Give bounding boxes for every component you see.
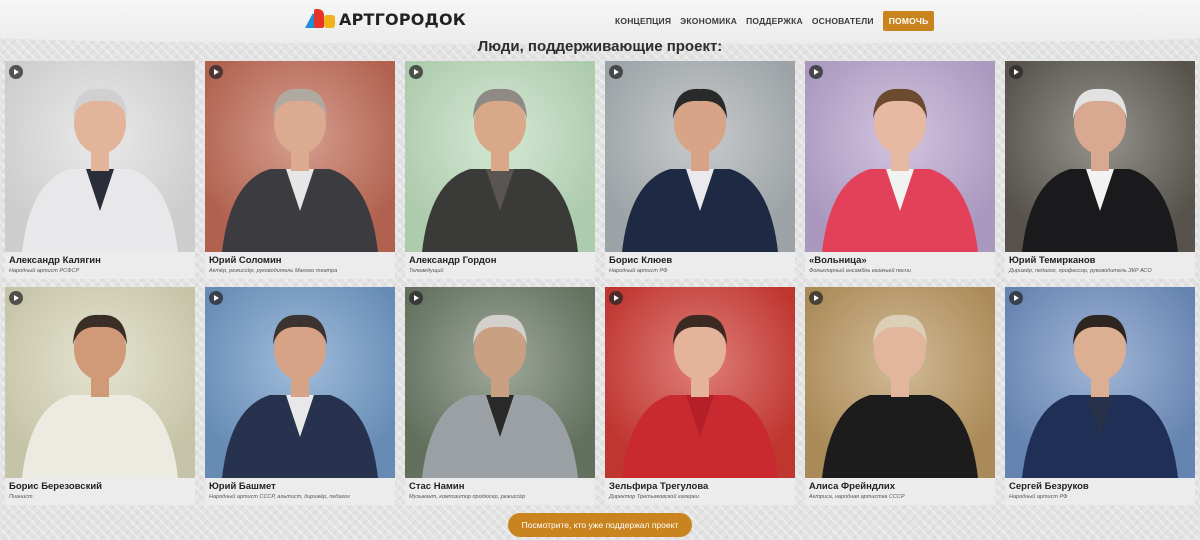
play-icon[interactable] [1009,291,1023,305]
nav-economics[interactable]: ЭКОНОМИКА [680,16,737,26]
supporter-photo[interactable] [405,61,595,252]
help-button[interactable]: ПОМОЧЬ [882,11,935,31]
supporter-photo[interactable] [605,61,795,252]
supporter-role: Актриса, народная артистка СССР [809,494,905,500]
supporter-role: Народный артист РФ [609,268,668,274]
supporter-role: Телеведущий [409,268,444,274]
supporter-name: Зельфира Трегулова [609,481,709,492]
nav-support[interactable]: ПОДДЕРЖКА [746,16,803,26]
play-icon[interactable] [609,65,623,79]
supporter-name: Сергей Безруков [1009,481,1089,492]
play-icon[interactable] [209,291,223,305]
supporter-role: Музыкант, композитор продюсер, режиссёр [409,494,526,500]
supporter-role: Народный артист СССР, альтист, дирижёр, … [209,494,350,500]
supporter-role: Директор Третьяковской галереи [609,494,699,500]
supporter-name: Стас Намин [409,481,465,492]
supporter-name: Юрий Башмет [209,481,276,492]
supporter-photo[interactable] [205,61,395,252]
supporter-info: Юрий Башмет Народный артист СССР, альтист… [205,478,395,505]
site-logo[interactable]: АРТГОРОДОК [305,9,466,29]
supporter-card[interactable]: Александр Гордон Телеведущий [405,61,595,279]
supporter-card[interactable]: Борис Березовский Пианист [5,287,195,505]
supporter-info: Юрий Соломин Актёр, режиссёр, руководител… [205,252,395,279]
logo-icon [305,9,335,29]
supporter-card[interactable]: Зельфира Трегулова Директор Третьяковской… [605,287,795,505]
play-icon[interactable] [409,291,423,305]
supporter-card[interactable]: «Вольница» Фольклорный ансамбль казачьей … [805,61,995,279]
supporter-info: Зельфира Трегулова Директор Третьяковской… [605,478,795,505]
supporter-photo[interactable] [5,287,195,478]
supporter-info: Алиса Фрейндлих Актриса, народная артистк… [805,478,995,505]
supporter-name: Юрий Темирканов [1009,255,1096,266]
person-silhouette [1022,314,1178,478]
supporter-photo[interactable] [205,287,395,478]
supporter-role: Фольклорный ансамбль казачьей песни [809,268,911,274]
person-silhouette [622,88,778,252]
nav-founders[interactable]: ОСНОВАТЕЛИ [812,16,874,26]
supporter-info: Сергей Безруков Народный артист РФ [1005,478,1195,505]
person-silhouette [822,314,978,478]
supporter-photo[interactable] [1005,287,1195,478]
supporter-photo[interactable] [1005,61,1195,252]
play-icon[interactable] [609,291,623,305]
logo-text: АРТГОРОДОК [339,9,467,29]
person-silhouette [422,88,578,252]
supporter-card[interactable]: Борис Клюев Народный артист РФ [605,61,795,279]
supporter-info: «Вольница» Фольклорный ансамбль казачьей … [805,252,995,279]
supporter-photo[interactable] [805,287,995,478]
person-silhouette [22,314,178,478]
show-supporters-button[interactable]: Посмотрите, кто уже поддержал проект [508,513,692,537]
supporter-name: Александр Гордон [409,255,497,266]
supporter-photo[interactable] [405,287,595,478]
supporter-info: Борис Клюев Народный артист РФ [605,252,795,279]
page-title: Люди, поддерживающие проект: [477,38,723,55]
supporter-photo[interactable] [5,61,195,252]
play-icon[interactable] [809,65,823,79]
supporter-info: Борис Березовский Пианист [5,478,195,505]
supporter-photo[interactable] [605,287,795,478]
person-silhouette [822,88,978,252]
supporter-card[interactable]: Юрий Соломин Актёр, режиссёр, руководител… [205,61,395,279]
supporter-name: «Вольница» [809,255,867,266]
play-icon[interactable] [209,65,223,79]
play-icon[interactable] [1009,65,1023,79]
supporter-role: Народный артист РФ [1009,494,1068,500]
supporter-role: Дирижёр, педагог, профессор, руководител… [1009,268,1152,274]
person-silhouette [422,314,578,478]
supporter-name: Юрий Соломин [209,255,282,266]
main-nav: КОНЦЕПЦИЯ ЭКОНОМИКА ПОДДЕРЖКА ОСНОВАТЕЛИ… [615,11,935,31]
play-icon[interactable] [809,291,823,305]
supporter-name: Борис Березовский [9,481,103,492]
person-silhouette [222,88,378,252]
nav-concept[interactable]: КОНЦЕПЦИЯ [615,16,671,26]
play-icon[interactable] [409,65,423,79]
supporter-info: Стас Намин Музыкант, композитор продюсер,… [405,478,595,505]
supporter-card[interactable]: Алиса Фрейндлих Актриса, народная артистк… [805,287,995,505]
person-silhouette [222,314,378,478]
person-silhouette [1022,88,1178,252]
supporter-name: Алиса Фрейндлих [809,481,896,492]
supporter-role: Народный артист РСФСР [9,268,80,274]
supporter-info: Александр Калягин Народный артист РСФСР [5,252,195,279]
supporter-card[interactable]: Александр Калягин Народный артист РСФСР [5,61,195,279]
supporter-info: Юрий Темирканов Дирижёр, педагог, професс… [1005,252,1195,279]
supporter-photo[interactable] [805,61,995,252]
supporter-card[interactable]: Юрий Темирканов Дирижёр, педагог, професс… [1005,61,1195,279]
supporter-role: Актёр, режиссёр, руководитель Малого теа… [209,268,338,274]
supporter-name: Борис Клюев [609,255,673,266]
person-silhouette [622,314,778,478]
play-icon[interactable] [9,65,23,79]
supporter-name: Александр Калягин [9,255,101,266]
supporter-card[interactable]: Стас Намин Музыкант, композитор продюсер,… [405,287,595,505]
supporter-role: Пианист [9,494,33,500]
supporter-card[interactable]: Юрий Башмет Народный артист СССР, альтист… [205,287,395,505]
play-icon[interactable] [9,291,23,305]
supporter-card[interactable]: Сергей Безруков Народный артист РФ [1005,287,1195,505]
supporter-info: Александр Гордон Телеведущий [405,252,595,279]
person-silhouette [22,88,178,252]
